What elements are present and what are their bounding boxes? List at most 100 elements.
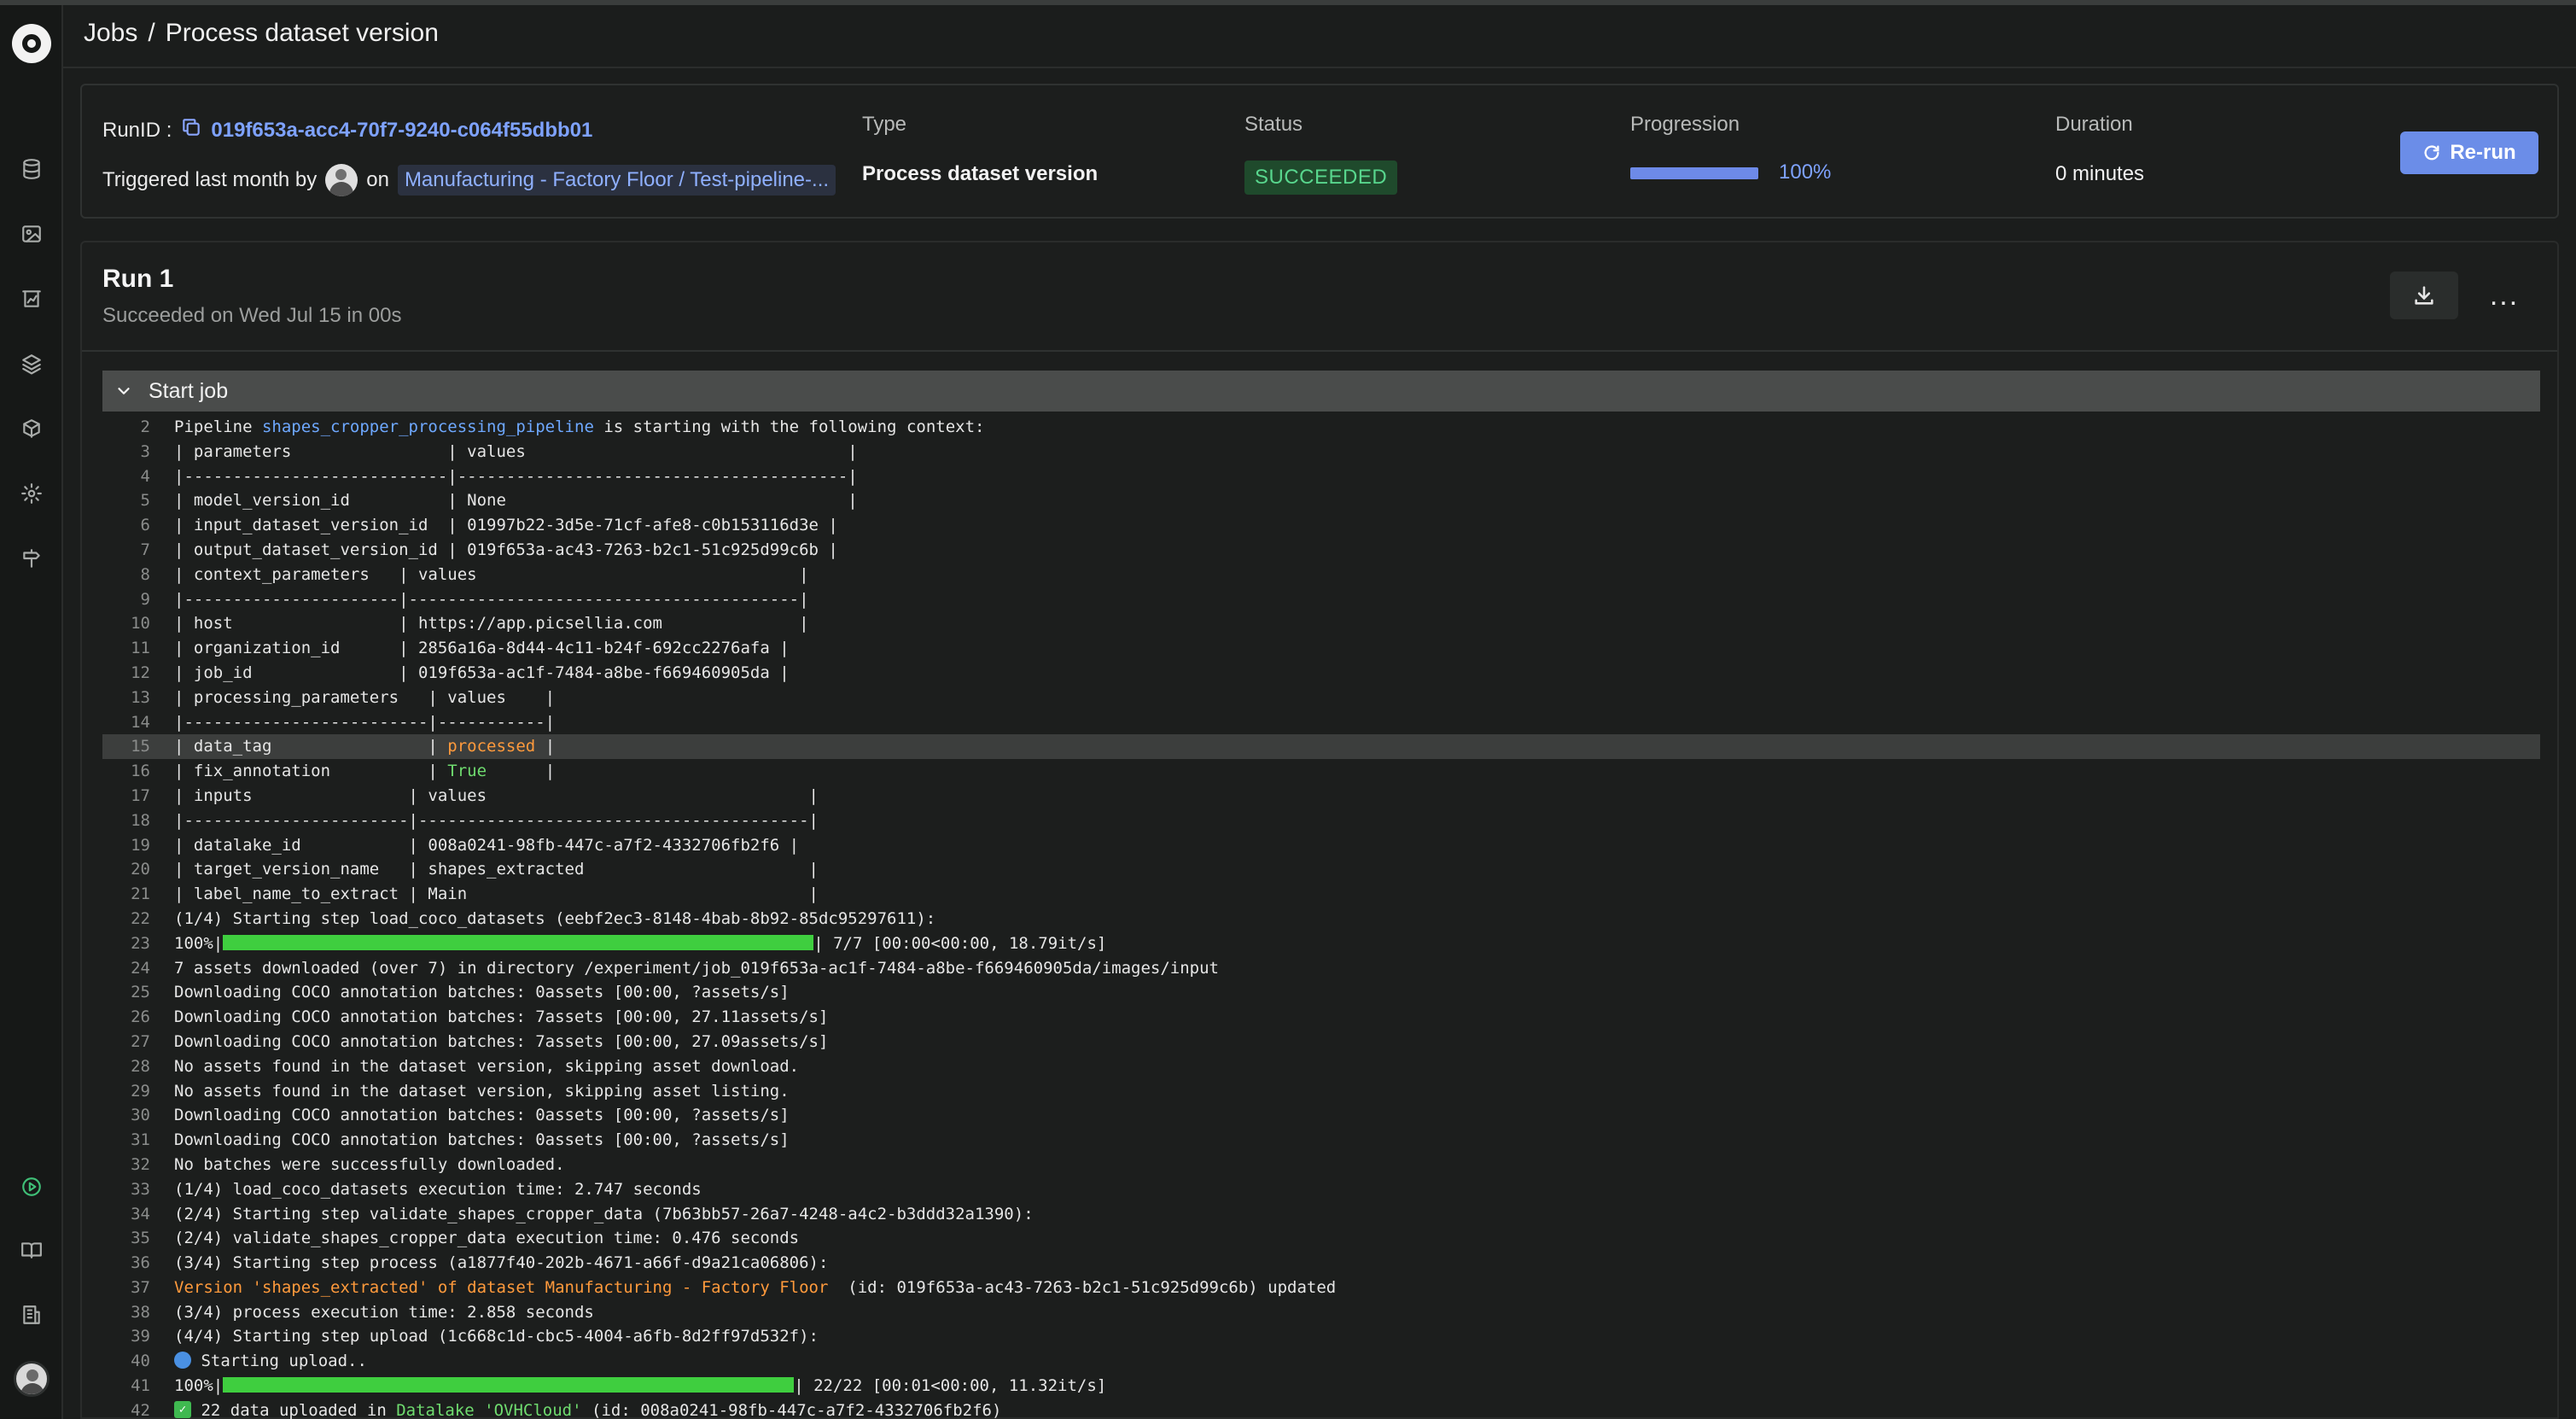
log-line-text: | organization_id | 2856a16a-8d44-4c11-b… (174, 636, 790, 661)
models-icon[interactable] (18, 415, 45, 442)
log-line-number: 38 (131, 1302, 150, 1322)
log-line-text: No assets found in the dataset version, … (174, 1054, 799, 1079)
progression-label: Progression (1630, 113, 1740, 136)
runid-value[interactable]: 019f653a-acc4-70f7-9240-c064f55dbb01 (211, 119, 592, 143)
log-line-number: 19 (131, 835, 150, 855)
log-text: | label_name_to_extract | Main | (174, 885, 819, 904)
log-line-number: 17 (131, 785, 150, 805)
log-line-number: 4 (140, 466, 150, 486)
log-line-text: Starting upload.. (174, 1349, 367, 1374)
log-progress-bar (223, 934, 814, 950)
log-line: 9 |----------------------|---------------… (102, 587, 2540, 612)
log-line: 18 |-----------------------|-------------… (102, 809, 2540, 833)
log-line-number: 33 (131, 1179, 150, 1199)
log-line: 2 Pipeline shapes_cropper_processing_pipe… (102, 415, 2540, 440)
log-line-number: 37 (131, 1277, 150, 1297)
log-line: 32 No batches were successfully downloade… (102, 1153, 2540, 1177)
log-line-number: 8 (140, 564, 150, 584)
runid-label: RunID : (102, 118, 172, 142)
log-text: Downloading COCO annotation batches: 7as… (174, 1031, 829, 1051)
experiments-icon[interactable] (18, 285, 45, 312)
log-line: 30 Downloading COCO annotation batches: 0… (102, 1103, 2540, 1128)
organization-icon[interactable] (18, 1301, 45, 1328)
log-line-text: |-------------------------|-----------| (174, 710, 555, 735)
log-line: 22 (1/4) Starting step load_coco_datasets… (102, 907, 2540, 931)
log-line-number: 29 (131, 1081, 150, 1101)
log-line-number: 27 (131, 1031, 150, 1051)
check-icon: ✓ (174, 1400, 191, 1418)
log-line-text: No batches were successfully downloaded. (174, 1153, 565, 1177)
user-avatar[interactable] (14, 1361, 50, 1397)
more-options-button[interactable]: ... (2479, 272, 2530, 319)
log-line: 14 |-------------------------|-----------… (102, 710, 2540, 735)
duration-value: 0 minutes (2055, 162, 2145, 185)
log-line-number: 32 (131, 1154, 150, 1174)
jobs-icon[interactable] (18, 1173, 45, 1200)
panel-divider (82, 350, 2557, 352)
log-highlight: processed (447, 737, 536, 756)
log-line-text: | label_name_to_extract | Main | (174, 882, 819, 907)
breadcrumb: Jobs / Process dataset version (84, 19, 439, 48)
log-line-text: (3/4) process execution time: 2.858 seco… (174, 1300, 594, 1325)
app-logo[interactable] (12, 24, 51, 63)
log-line-text: | target_version_name | shapes_extracted… (174, 857, 819, 882)
log-line-text: (1/4) load_coco_datasets execution time:… (174, 1177, 702, 1202)
log-text: | (487, 762, 556, 781)
log-line-number: 30 (131, 1106, 150, 1125)
log-line: 15 | data_tag | processed | (102, 734, 2540, 760)
log-line: 26 Downloading COCO annotation batches: 7… (102, 1005, 2540, 1030)
log-line-text: Downloading COCO annotation batches: 0as… (174, 1128, 790, 1153)
run-info-card: RunID : 019f653a-acc4-70f7-9240-c064f55d… (80, 84, 2559, 219)
breadcrumb-jobs[interactable]: Jobs (84, 19, 137, 48)
log-line-text: No assets found in the dataset version, … (174, 1079, 790, 1104)
log-line: 41 100%| | 22/22 [00:01<00:00, 11.32it/s] (102, 1374, 2540, 1399)
breadcrumb-separator: / (148, 19, 155, 47)
log-text: |-------------------------|-----------| (174, 712, 556, 732)
image-icon[interactable] (18, 220, 45, 248)
top-strip (0, 0, 2576, 5)
log-line-text: (3/4) Starting step process (a1877f40-20… (174, 1251, 828, 1276)
log-line-text: | data_tag | processed | (174, 734, 555, 759)
log-line-number: 22 (131, 908, 150, 928)
log-line: 4 |---------------------------|----------… (102, 464, 2540, 489)
log-line-text: (2/4) validate_shapes_cropper_data execu… (174, 1226, 799, 1251)
settings-icon[interactable] (18, 480, 45, 507)
progress-value: 100% (1779, 161, 1832, 184)
status-label: Status (1244, 113, 1303, 136)
log-line-number: 35 (131, 1229, 150, 1248)
trigger-user-avatar[interactable] (325, 164, 358, 196)
log-text: 22 data uploaded in (191, 1400, 397, 1419)
project-link[interactable]: Manufacturing - Factory Floor / Test-pip… (397, 165, 836, 196)
log-line: 42 ✓ 22 data uploaded in Datalake 'OVHClo… (102, 1399, 2540, 1419)
log-line-number: 34 (131, 1204, 150, 1223)
log-text: |----------------------|----------------… (174, 589, 809, 609)
download-icon (2415, 286, 2433, 305)
log-line: 10 | host | https://app.picsellia.com | (102, 611, 2540, 636)
rerun-button[interactable]: Re-run (2400, 131, 2538, 174)
run-panel: Run 1 Succeeded on Wed Jul 15 in 00s ...… (80, 241, 2559, 1419)
copy-icon[interactable] (180, 116, 202, 144)
log-line-number: 41 (131, 1376, 150, 1396)
layers-icon[interactable] (18, 350, 45, 377)
log-line-number: 14 (131, 712, 150, 732)
log-highlight: Datalake 'OVHCloud' (396, 1400, 582, 1419)
deployments-icon[interactable] (18, 545, 45, 572)
log-line-number: 5 (140, 491, 150, 511)
download-logs-button[interactable] (2390, 272, 2458, 319)
duration-label: Duration (2055, 113, 2133, 136)
docs-icon[interactable] (18, 1236, 45, 1264)
log-line-text: (4/4) Starting step upload (1c668c1d-cbc… (174, 1324, 819, 1349)
log-line: 34 (2/4) Starting step validate_shapes_cr… (102, 1202, 2540, 1227)
datasets-icon[interactable] (18, 155, 45, 183)
log-line-text: 100%| | 7/7 [00:00<00:00, 18.79it/s] (174, 931, 1106, 956)
log-line-number: 24 (131, 958, 150, 978)
log-text: (1/4) Starting step load_coco_datasets (… (174, 908, 936, 928)
log-text: | model_version_id | None | (174, 491, 858, 511)
log-text: Downloading COCO annotation batches: 0as… (174, 1106, 790, 1125)
log-text: | (535, 737, 556, 756)
log-text: | organization_id | 2856a16a-8d44-4c11-b… (174, 639, 790, 658)
globe-icon (174, 1352, 191, 1369)
log-text: (id: 008a0241-98fb-447c-a7f2-4332706fb2f… (581, 1400, 1002, 1419)
log-line: 8 | context_parameters | values | (102, 563, 2540, 587)
start-job-section-header[interactable]: Start job (102, 371, 2540, 412)
